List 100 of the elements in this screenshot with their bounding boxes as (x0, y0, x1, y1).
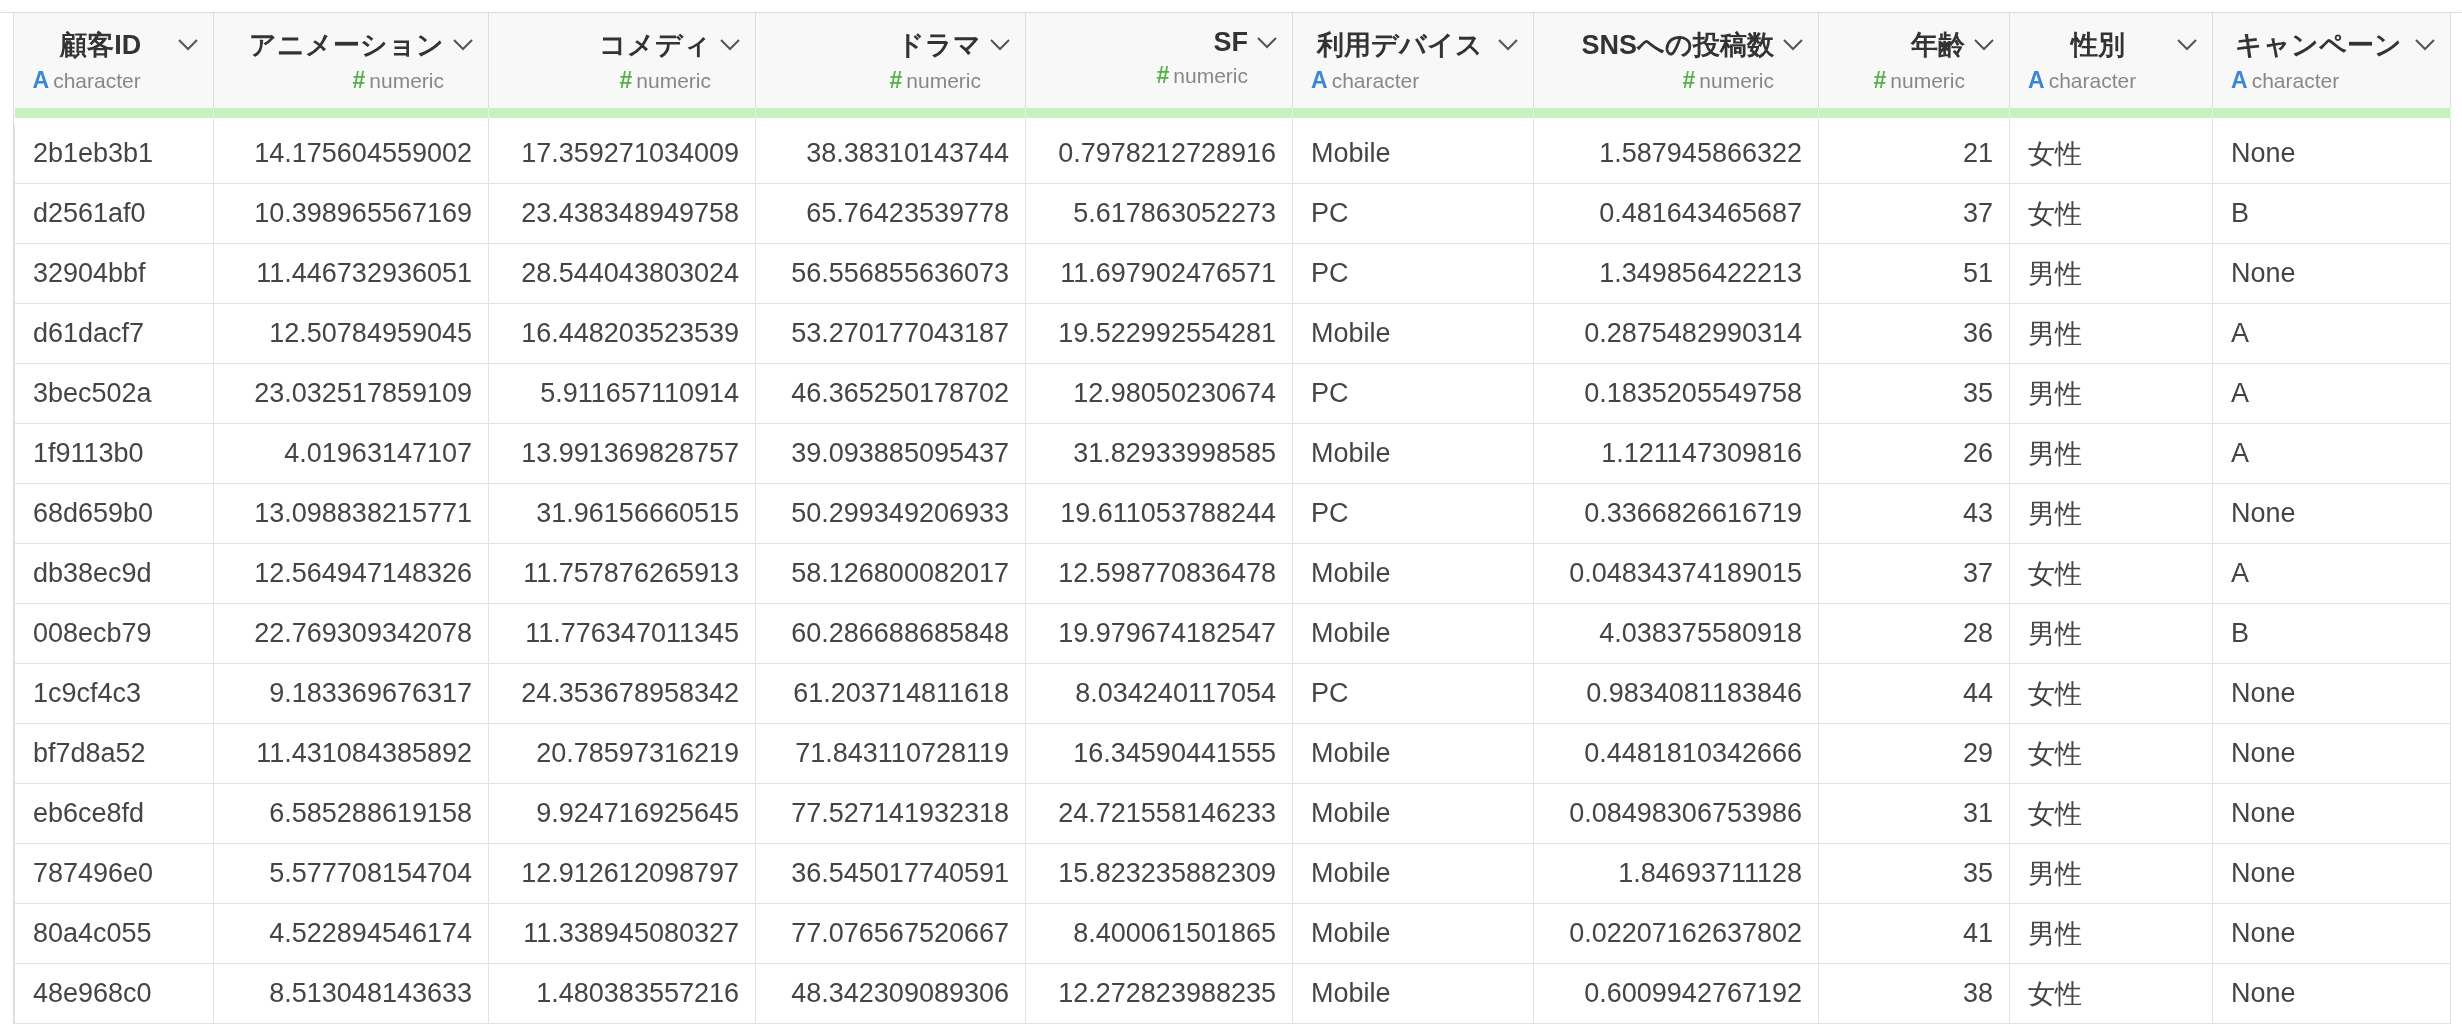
table-cell: 1.121147309816 (1533, 423, 1819, 484)
column-title: コメディ (599, 29, 711, 62)
table-cell: 1.84693711128 (1533, 843, 1819, 904)
table-cell: Mobile (1292, 124, 1534, 184)
table-cell: None (2212, 723, 2451, 784)
chevron-down-icon[interactable] (719, 38, 741, 52)
column-title: ドラマ (897, 29, 981, 62)
table-cell: 80a4c055 (14, 903, 214, 964)
table-cell: 19.522992554281 (1025, 303, 1293, 364)
table-cell: 43 (1818, 483, 2010, 544)
table-cell: 女性 (2009, 124, 2213, 184)
table-cell: 4.01963147107 (213, 423, 489, 484)
table-cell: 0.6009942767192 (1533, 963, 1819, 1024)
chevron-down-icon[interactable] (1782, 38, 1804, 52)
table-cell: 0.3366826616719 (1533, 483, 1819, 544)
table-cell: 男性 (2009, 843, 2213, 904)
table-cell: 48.342309089306 (755, 963, 1026, 1024)
type-label: character (2251, 69, 2340, 93)
table-cell: PC (1292, 363, 1534, 424)
table-cell: None (2212, 124, 2451, 184)
table-cell: eb6ce8fd (14, 783, 214, 844)
table-cell: 26 (1818, 423, 2010, 484)
chevron-down-icon[interactable] (1973, 38, 1995, 52)
table-cell: A (2212, 423, 2451, 484)
table-cell: 77.527141932318 (755, 783, 1026, 844)
table-cell: None (2212, 903, 2451, 964)
type-icon: # (1682, 67, 1696, 94)
chevron-down-icon[interactable] (452, 38, 474, 52)
table-cell: 65.76423539778 (755, 183, 1026, 244)
table-cell: 女性 (2009, 183, 2213, 244)
table-cell: 71.843110728119 (755, 723, 1026, 784)
table-cell: 19.979674182547 (1025, 603, 1293, 664)
column-header[interactable]: 顧客ID A character (14, 13, 214, 108)
table-cell: 008ecb79 (14, 603, 214, 664)
table-cell: Mobile (1292, 303, 1534, 364)
table-cell: 2b1eb3b1 (14, 124, 214, 184)
table-cell: 0.4481810342666 (1533, 723, 1819, 784)
table-cell: 14.175604559002 (213, 124, 489, 184)
table-cell: 12.50784959045 (213, 303, 489, 364)
column-header[interactable]: キャンペーン A character (2212, 13, 2451, 108)
table-cell: Mobile (1292, 903, 1534, 964)
table-cell: 4.038375580918 (1533, 603, 1819, 664)
table-cell: 男性 (2009, 303, 2213, 364)
column-header[interactable]: SF # numeric (1025, 13, 1293, 108)
type-icon: # (1873, 67, 1887, 94)
table-cell: 50.299349206933 (755, 483, 1026, 544)
column-title: キャンペーン (2234, 29, 2403, 62)
column-header[interactable]: 年齢 # numeric (1818, 13, 2010, 108)
table-cell: 19.611053788244 (1025, 483, 1293, 544)
table-cell: 23.438348949758 (488, 183, 756, 244)
table-cell: 20.78597316219 (488, 723, 756, 784)
table-cell: bf7d8a52 (14, 723, 214, 784)
column-title: 年齢 (1911, 29, 1965, 62)
table-cell: 5.617863052273 (1025, 183, 1293, 244)
column-header[interactable]: 利用デバイス A character (1292, 13, 1534, 108)
table-cell: PC (1292, 243, 1534, 304)
table-cell: 5.911657110914 (488, 363, 756, 424)
table-cell: 8.034240117054 (1025, 663, 1293, 724)
chevron-down-icon[interactable] (177, 38, 199, 52)
table-cell: 12.272823988235 (1025, 963, 1293, 1024)
table-cell: 28.544043803024 (488, 243, 756, 304)
table-cell: 6.585288619158 (213, 783, 489, 844)
type-label: numeric (1173, 64, 1248, 88)
table-cell: 44 (1818, 663, 2010, 724)
table-cell: 16.34590441555 (1025, 723, 1293, 784)
table-cell: None (2212, 663, 2451, 724)
table-cell: 男性 (2009, 483, 2213, 544)
type-label: numeric (636, 69, 711, 93)
table-cell: 0.08498306753986 (1533, 783, 1819, 844)
table-cell: 31 (1818, 783, 2010, 844)
column-header[interactable]: アニメーション # numeric (213, 13, 489, 108)
table-cell: 32904bbf (14, 243, 214, 304)
table-cell: 11.338945080327 (488, 903, 756, 964)
table-cell: None (2212, 243, 2451, 304)
table-cell: d2561af0 (14, 183, 214, 244)
type-icon: # (889, 67, 903, 94)
table-cell: 女性 (2009, 543, 2213, 604)
table-cell: 22.769309342078 (213, 603, 489, 664)
column-header[interactable]: コメディ # numeric (488, 13, 756, 108)
table-cell: None (2212, 963, 2451, 1024)
table-cell: None (2212, 783, 2451, 844)
table-cell: 1c9cf4c3 (14, 663, 214, 724)
table-cell: Mobile (1292, 423, 1534, 484)
chevron-down-icon[interactable] (1256, 35, 1278, 50)
table-cell: 男性 (2009, 243, 2213, 304)
chevron-down-icon[interactable] (2176, 38, 2198, 52)
chevron-down-icon[interactable] (989, 38, 1011, 52)
column-header[interactable]: SNSへの投稿数 # numeric (1533, 13, 1819, 108)
table-cell: B (2212, 183, 2451, 244)
table-cell: Mobile (1292, 543, 1534, 604)
chevron-down-icon[interactable] (2414, 38, 2436, 52)
table-cell: 0.04834374189015 (1533, 543, 1819, 604)
chevron-down-icon[interactable] (1497, 38, 1519, 52)
column-header[interactable]: 性別 A character (2009, 13, 2213, 108)
table-cell: A (2212, 543, 2451, 604)
table-cell: 24.721558146233 (1025, 783, 1293, 844)
column-header[interactable]: ドラマ # numeric (755, 13, 1026, 108)
table-cell: 51 (1818, 243, 2010, 304)
table-cell: 女性 (2009, 663, 2213, 724)
table-cell: 56.556855636073 (755, 243, 1026, 304)
